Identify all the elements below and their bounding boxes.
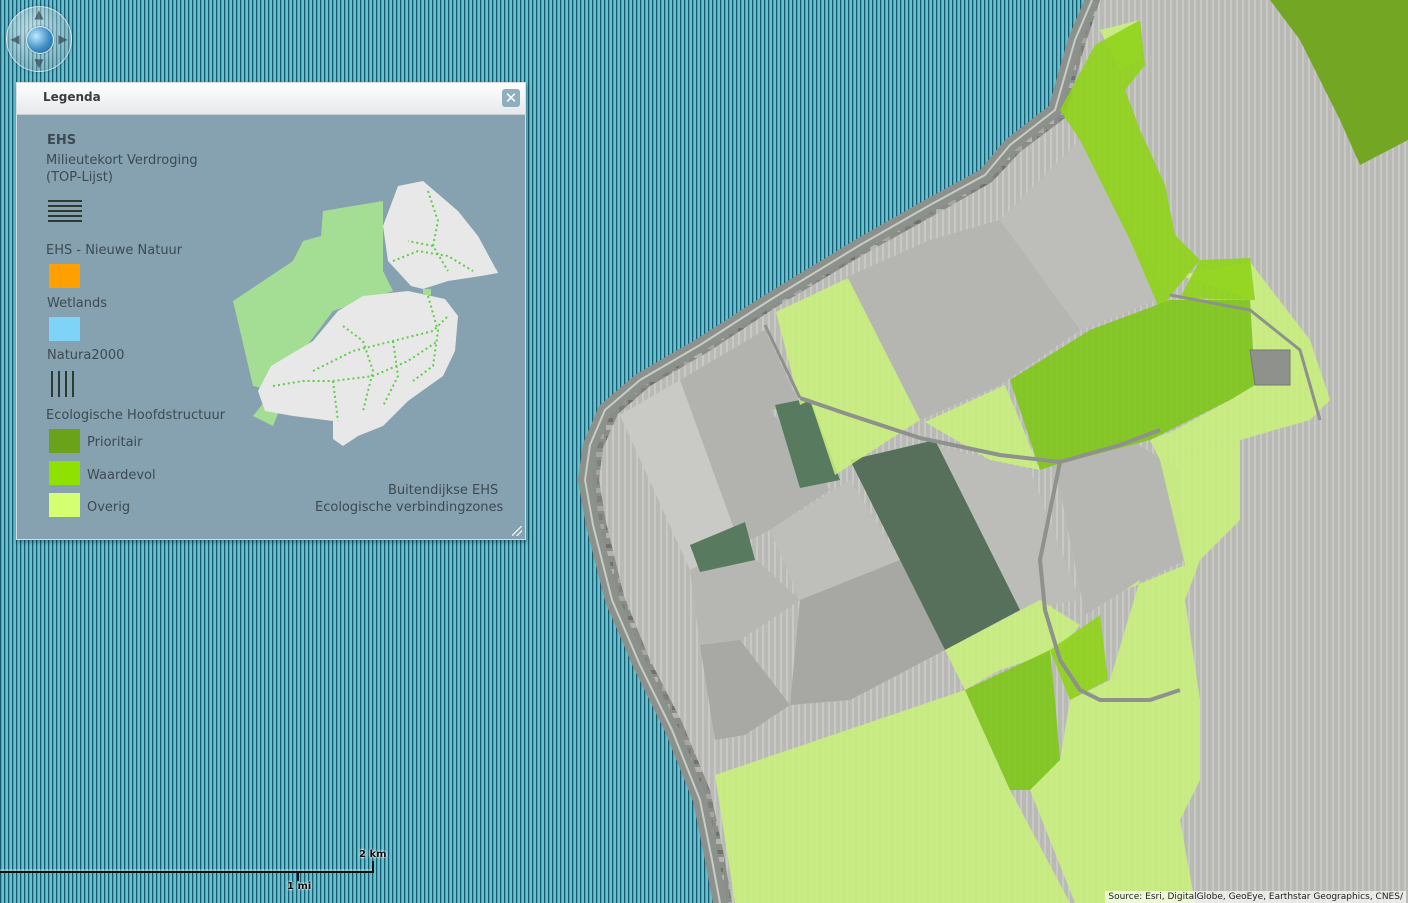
legend-section-ehs: EHS <box>47 133 77 148</box>
inset-connector <box>423 289 431 295</box>
legend-label-toplijst: (TOP-Lijst) <box>46 170 113 185</box>
hatch-vertical-swatch <box>51 371 74 397</box>
legend-label-verbindingszones: Ecologische verbindingzones <box>315 500 504 515</box>
legend-label-buitendijkse: Buitendijkse EHS <box>388 483 499 498</box>
wetlands-swatch <box>49 317 80 341</box>
hatch-horizontal-swatch <box>48 200 82 222</box>
resize-grip-icon[interactable] <box>512 526 522 536</box>
attribution-text: Source: Esri, DigitalGlobe, GeoEye, Eart… <box>1105 891 1406 903</box>
map-view[interactable]: ▲ ▼ ◀ ▶ Legenda ✕ EHS Milieutekort Verdr… <box>0 0 1408 903</box>
legend-header[interactable]: Legenda ✕ <box>17 83 525 115</box>
pan-down-arrow-icon[interactable]: ▼ <box>33 57 45 69</box>
legend-label-overig: Overig <box>87 500 131 515</box>
road <box>1249 349 1291 386</box>
legend-label-prioritair: Prioritair <box>87 435 143 450</box>
pan-right-arrow-icon[interactable]: ▶ <box>57 33 69 45</box>
globe-icon[interactable] <box>26 26 54 54</box>
close-icon[interactable]: ✕ <box>502 89 520 107</box>
legend-label-nieuwe-natuur: EHS - Nieuwe Natuur <box>46 243 183 258</box>
legend-inset-map <box>233 181 498 446</box>
legend-panel: Legenda ✕ EHS Milieutekort Verdroging (T… <box>16 82 526 540</box>
scale-bar <box>0 861 374 881</box>
overig-swatch <box>49 493 80 517</box>
legend-label-waardevol: Waardevol <box>87 468 156 483</box>
nieuwe-natuur-swatch <box>49 264 80 288</box>
pan-left-arrow-icon[interactable]: ◀ <box>9 33 21 45</box>
legend-title: Legenda <box>43 90 101 104</box>
pan-up-arrow-icon[interactable]: ▲ <box>33 8 45 20</box>
legend-label-wetlands: Wetlands <box>47 296 108 311</box>
scale-mi-label: 1 mi <box>287 881 312 892</box>
inset-north-polder <box>383 181 498 289</box>
pan-control[interactable]: ▲ ▼ ◀ ▶ <box>6 6 72 72</box>
waardevol-swatch <box>49 461 80 485</box>
scale-km-label: 2 km <box>359 849 387 860</box>
legend-label-ehs-hoofdstructuur: Ecologische Hoofdstructuur <box>46 408 226 423</box>
legend-label-milieutekort: Milieutekort Verdroging <box>46 153 198 168</box>
legend-label-natura2000: Natura2000 <box>47 348 125 363</box>
prioritair-swatch <box>49 429 80 453</box>
